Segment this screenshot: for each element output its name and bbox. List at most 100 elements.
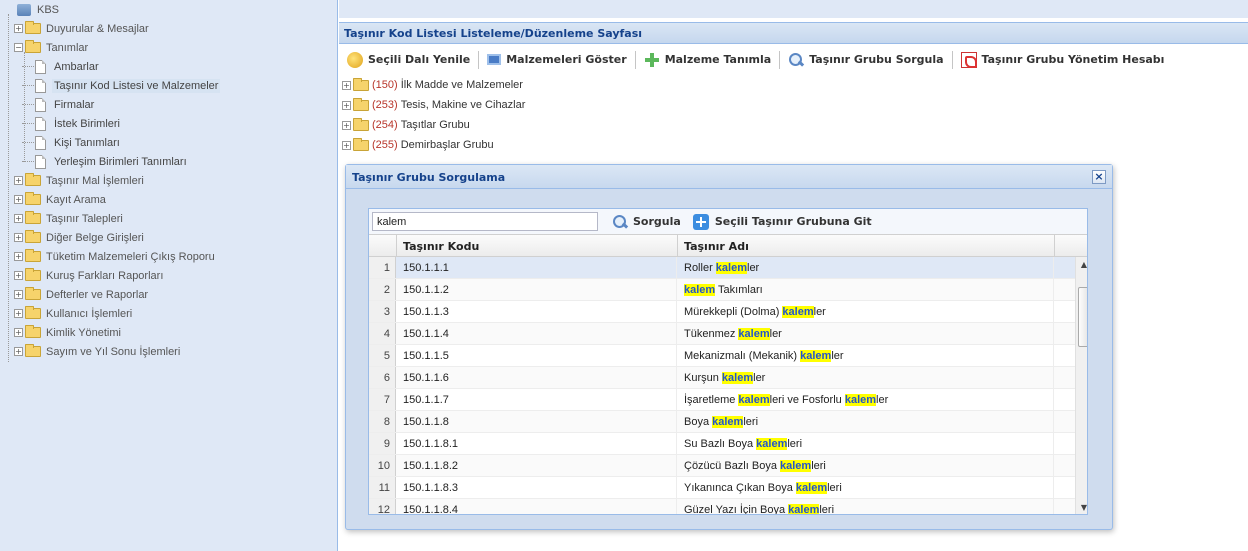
sidebar-item[interactable]: + Diğer Belge Girişleri [14,228,146,247]
expand-icon[interactable]: + [14,271,23,280]
collapse-icon[interactable]: − [14,43,23,52]
category-tree-item[interactable]: + (150) İlk Madde ve Malzemeler [342,76,523,94]
table-row[interactable]: 1 150.1.1.1 Roller kalemler [369,257,1077,279]
search-highlight: kalem [844,394,877,406]
search-highlight: kalem [684,284,716,296]
folder-icon [25,325,41,338]
table-row[interactable]: 5 150.1.1.5 Mekanizmalı (Mekanik) kalemler [369,345,1077,367]
table-row[interactable]: 3 150.1.1.3 Mürekkepli (Dolma) kalemler [369,301,1077,323]
cell-code: 150.1.1.8.2 [397,455,677,476]
sidebar-item[interactable]: Yerleşim Birimleri Tanımları [22,152,189,171]
column-header-name[interactable]: Taşınır Adı [678,235,1055,256]
category-code: (150) [372,79,398,91]
search-highlight: kalem [780,460,812,472]
sidebar-item[interactable]: + Tüketim Malzemeleri Çıkış Roporu [14,247,217,266]
table-row[interactable]: 6 150.1.1.6 Kurşun kalemler [369,367,1077,389]
expand-icon[interactable]: + [14,214,23,223]
folder-icon [25,230,41,243]
row-number: 2 [369,279,396,300]
cell-name: Roller kalemler [678,257,1054,278]
expand-icon[interactable]: + [14,195,23,204]
expand-icon[interactable]: + [14,252,23,261]
scroll-thumb[interactable] [1078,287,1087,347]
cell-name: Çözücü Bazlı Boya kalemleri [678,455,1054,476]
refresh-branch-button[interactable]: Seçili Dalı Yenile [342,49,475,71]
sidebar-item[interactable]: Firmalar [22,95,96,114]
define-material-button[interactable]: Malzeme Tanımla [639,49,777,71]
sidebar-item[interactable]: + Kullanıcı İşlemleri [14,304,134,323]
cell-code: 150.1.1.2 [397,279,677,300]
search-highlight: kalem [712,416,744,428]
expand-icon[interactable]: + [14,233,23,242]
results-grid: 1 150.1.1.1 Roller kalemler 2 150.1.1.2 kalem… [369,257,1077,514]
sidebar-item[interactable]: Taşınır Kod Listesi ve Malzemeler [22,76,221,95]
search-highlight: kalem [715,262,747,274]
sidebar-item[interactable]: + Taşınır Mal İşlemleri [14,171,146,190]
query-group-button[interactable]: Taşınır Grubu Sorgula [783,49,948,71]
row-number: 8 [369,411,396,432]
refresh-branch-label: Seçili Dalı Yenile [368,53,471,66]
table-row[interactable]: 11 150.1.1.8.3 Yıkanınca Çıkan Boya kaleml… [369,477,1077,499]
page-icon [35,97,46,112]
sidebar-item[interactable]: + Sayım ve Yıl Sonu İşlemleri [14,342,182,361]
category-tree-item[interactable]: + (253) Tesis, Makine ve Cihazlar [342,96,525,114]
category-tree-item[interactable]: + (254) Taşıtlar Grubu [342,116,470,134]
sidebar-item[interactable]: + Taşınır Talepleri [14,209,125,228]
sidebar-item[interactable]: Kişi Tanımları [22,133,122,152]
folder-icon [25,173,41,186]
sidebar-item[interactable]: + Kayıt Arama [14,190,108,209]
plus-icon [692,213,709,230]
sidebar-item[interactable]: + Kuruş Farkları Raporları [14,266,165,285]
column-header-code[interactable]: Taşınır Kodu [397,235,678,256]
search-input[interactable] [372,212,598,231]
cell-name: Tükenmez kalemler [678,323,1054,344]
expand-icon[interactable]: + [342,80,351,90]
sidebar-item[interactable]: Ambarlar [22,57,101,76]
search-button[interactable]: Sorgula [606,214,687,230]
table-row[interactable]: 2 150.1.1.2 kalem Takımları [369,279,1077,301]
show-materials-button[interactable]: Malzemeleri Göster [482,49,631,71]
expand-icon[interactable]: + [14,328,23,337]
expand-icon[interactable]: + [14,290,23,299]
row-number: 11 [369,477,396,498]
tree-connector [24,52,25,162]
dialog-header[interactable]: Taşınır Grubu Sorgulama × [346,165,1112,189]
table-row[interactable]: 12 150.1.1.8.4 Güzel Yazı İçin Boya kaleml… [369,499,1077,514]
search-button-label: Sorgula [633,215,681,228]
table-row[interactable]: 7 150.1.1.7 İşaretleme kalemleri ve Fosfor… [369,389,1077,411]
table-row[interactable]: 4 150.1.1.4 Tükenmez kalemler [369,323,1077,345]
grid-scrollbar[interactable]: ▲ ▼ [1075,257,1087,514]
sidebar-item[interactable]: + Defterler ve Raporlar [14,285,150,304]
table-row[interactable]: 8 150.1.1.8 Boya kalemleri [369,411,1077,433]
expand-icon[interactable]: + [14,309,23,318]
toolbar-separator [478,50,480,69]
cell-code: 150.1.1.8 [397,411,677,432]
goto-group-button[interactable]: Seçili Taşınır Grubuna Git [687,213,878,230]
sidebar-item[interactable]: − Tanımlar [14,38,90,57]
close-button[interactable]: × [1092,170,1106,184]
cell-name: Mürekkepli (Dolma) kalemler [678,301,1054,322]
scroll-up-arrow-icon[interactable]: ▲ [1076,257,1087,273]
sidebar-item[interactable]: + Kimlik Yönetimi [14,323,123,342]
folder-icon [25,249,41,262]
category-tree-item[interactable]: + (255) Demirbaşlar Grubu [342,136,494,154]
expand-icon[interactable]: + [14,176,23,185]
page-icon [35,78,46,93]
expand-icon[interactable]: + [342,100,351,110]
sidebar-item[interactable]: + Duyurular & Mesajlar [14,19,151,38]
expand-icon[interactable]: + [14,347,23,356]
expand-icon[interactable]: + [342,120,351,130]
page-icon [35,59,46,74]
tree-root[interactable]: KBS [0,0,61,19]
query-group-label: Taşınır Grubu Sorgula [809,53,944,66]
table-row[interactable]: 9 150.1.1.8.1 Su Bazlı Boya kalemleri [369,433,1077,455]
search-highlight: kalem [782,306,814,318]
scroll-down-arrow-icon[interactable]: ▼ [1076,500,1087,514]
expand-icon[interactable]: + [342,140,351,150]
group-query-dialog: Taşınır Grubu Sorgulama × Sorgula Seçili… [345,164,1113,530]
group-account-button[interactable]: Taşınır Grubu Yönetim Hesabı [956,49,1170,71]
expand-icon[interactable]: + [14,24,23,33]
page-title: Taşınır Kod Listesi Listeleme/Düzenleme … [339,22,1248,44]
sidebar-item[interactable]: İstek Birimleri [22,114,122,133]
table-row[interactable]: 10 150.1.1.8.2 Çözücü Bazlı Boya kalemleri [369,455,1077,477]
